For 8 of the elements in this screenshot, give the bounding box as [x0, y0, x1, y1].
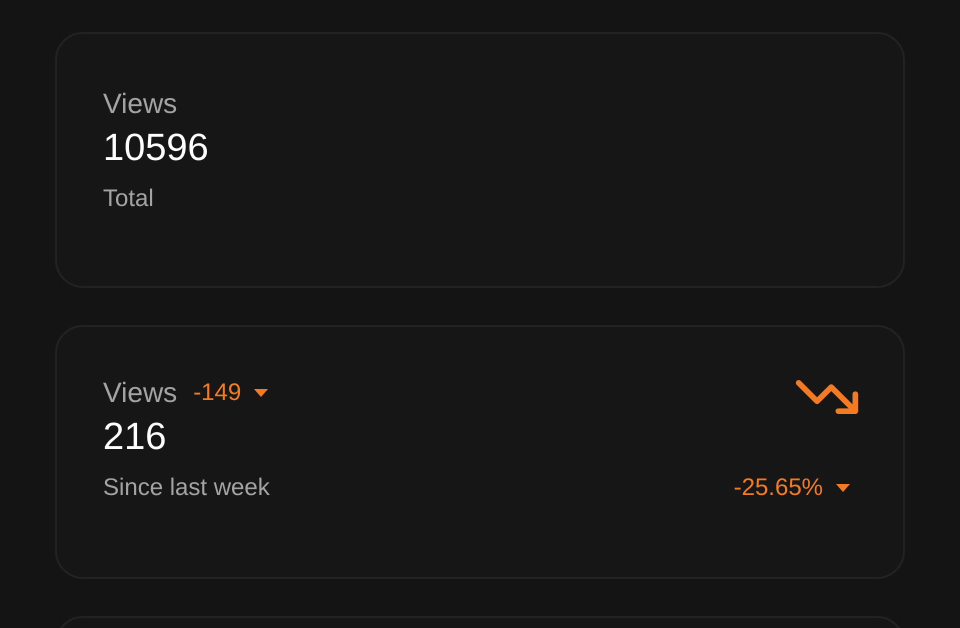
- stat-value: 216: [103, 415, 166, 460]
- stat-value: 10596: [103, 126, 209, 171]
- stat-caption: Since last week: [103, 473, 270, 503]
- delta-value: -149: [193, 378, 242, 408]
- stat-caption: Total: [103, 184, 154, 214]
- stat-label: Views: [103, 87, 178, 121]
- percent-change: -25.65%: [734, 473, 823, 503]
- stat-label: Views: [103, 376, 178, 410]
